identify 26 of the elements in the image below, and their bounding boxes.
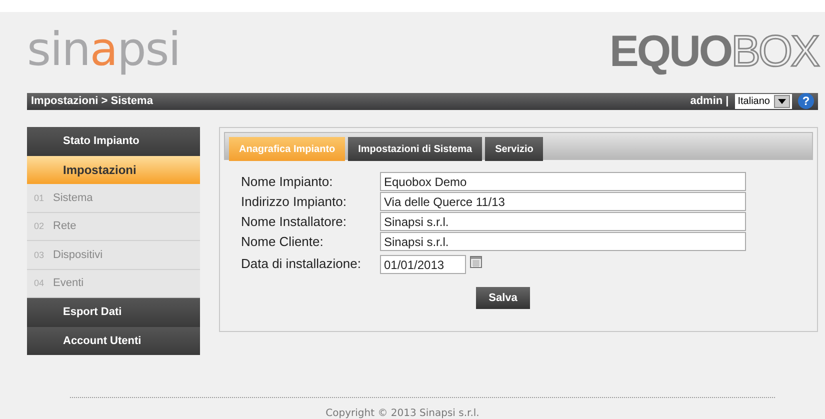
text-field[interactable]: Equobox Demo — [380, 172, 746, 191]
field-label: Nome Impianto: — [241, 174, 334, 189]
tab[interactable]: Servizio — [485, 137, 544, 161]
logo: EQUOBOX — [610, 30, 818, 74]
field-label: Nome Installatore: — [241, 214, 348, 229]
field-label: Nome Cliente: — [241, 234, 324, 249]
text-field[interactable]: Sinapsi s.r.l. — [380, 232, 746, 251]
text-field[interactable]: Via delle Querce 11/13 — [380, 192, 746, 211]
logo: sinapsi — [27, 26, 180, 72]
caret-icon — [774, 94, 790, 108]
breadcrumb: Impostazioni > Sistema — [31, 95, 153, 108]
sidebar-item[interactable]: Esport Dati — [27, 298, 200, 326]
help-icon[interactable]: ? — [798, 93, 814, 110]
user-name: admin | — [690, 95, 729, 108]
sidebar-item[interactable]: Account Utenti — [27, 326, 200, 355]
field-label: Data di installazione: — [241, 256, 362, 270]
save-button[interactable]: Salva — [476, 287, 530, 309]
calendar-icon[interactable] — [470, 256, 482, 268]
copyright-text: Copyright © 2013 Sinapsi s.r.l. — [324, 408, 480, 419]
field-label: Indirizzo Impianto: — [241, 194, 348, 209]
text-field[interactable]: Sinapsi s.r.l. — [380, 212, 746, 231]
sidebar-item[interactable]: Impostazioni — [27, 156, 200, 184]
tab[interactable]: Impostazioni di Sistema — [348, 137, 482, 161]
date-field[interactable]: 01/01/2013 — [380, 255, 466, 274]
language-select[interactable]: Italiano — [734, 94, 792, 109]
sidebar-item[interactable]: Stato Impianto — [27, 127, 200, 156]
